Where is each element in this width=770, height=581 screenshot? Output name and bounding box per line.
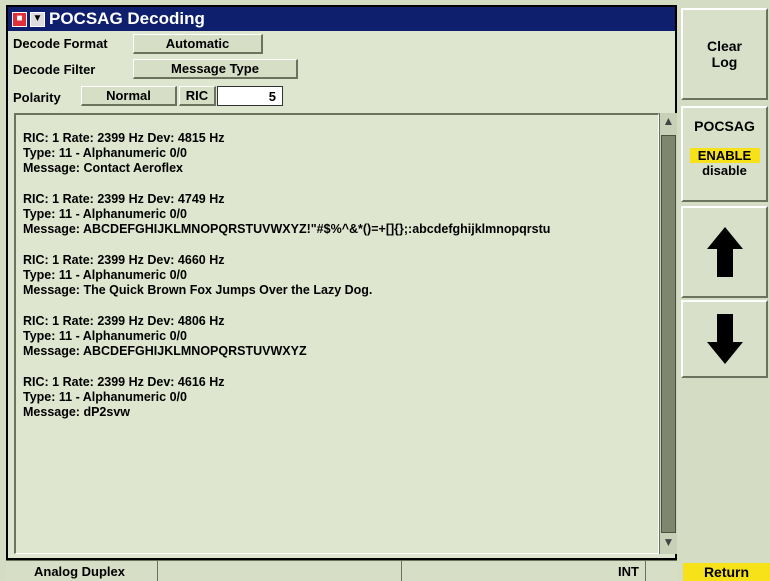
scroll-down-button[interactable] bbox=[681, 300, 768, 378]
log-entry-header: RIC: 1 Rate: 2399 Hz Dev: 4749 Hz bbox=[23, 192, 225, 206]
title-bar: ■ ▼ POCSAG Decoding bbox=[8, 7, 675, 31]
scroll-down-icon[interactable]: ▼ bbox=[661, 535, 676, 553]
arrow-up-icon bbox=[706, 227, 743, 277]
log-entry-message: Message: ABCDEFGHIJKLMNOPQRSTUVWXYZ!"#$%… bbox=[23, 222, 551, 236]
polarity-select[interactable]: Normal bbox=[81, 86, 177, 106]
decode-filter-select[interactable]: Message Type bbox=[133, 59, 298, 79]
decode-log: RIC: 1 Rate: 2399 Hz Dev: 4815 Hz Type: … bbox=[14, 113, 659, 554]
status-mode: Analog Duplex bbox=[6, 561, 158, 581]
pocsag-panel: ■ ▼ POCSAG Decoding Decode Format Automa… bbox=[6, 5, 677, 560]
clear-log-label-1: Clear bbox=[706, 38, 743, 54]
arrow-down-icon bbox=[706, 314, 743, 364]
status-ref: INT bbox=[402, 561, 646, 581]
log-entry-type: Type: 11 - Alphanumeric 0/0 bbox=[23, 146, 187, 160]
log-entry-header: RIC: 1 Rate: 2399 Hz Dev: 4616 Hz bbox=[23, 375, 225, 389]
decode-format-select[interactable]: Automatic bbox=[133, 34, 263, 54]
log-scrollbar[interactable]: ▲ ▼ bbox=[659, 113, 677, 554]
softkey-column: Clear Log POCSAG ENABLE disable bbox=[679, 0, 770, 581]
scrollbar-thumb[interactable] bbox=[661, 135, 676, 533]
clear-log-label-2: Log bbox=[711, 54, 738, 70]
window-menu-icon[interactable]: ■ bbox=[12, 11, 27, 27]
log-entry-message: Message: Contact Aeroflex bbox=[23, 161, 183, 175]
log-entry-type: Type: 11 - Alphanumeric 0/0 bbox=[23, 207, 187, 221]
log-entry-type: Type: 11 - Alphanumeric 0/0 bbox=[23, 268, 187, 282]
disable-option: disable bbox=[702, 163, 747, 178]
log-entry-message: Message: dP2svw bbox=[23, 405, 130, 419]
ric-input[interactable]: 5 bbox=[217, 86, 283, 106]
log-entry-header: RIC: 1 Rate: 2399 Hz Dev: 4806 Hz bbox=[23, 314, 225, 328]
enable-option: ENABLE bbox=[689, 148, 760, 163]
scroll-up-icon[interactable]: ▲ bbox=[661, 114, 676, 132]
window-title: POCSAG Decoding bbox=[49, 9, 205, 28]
log-entry: RIC: 1 Rate: 2399 Hz Dev: 4660 Hz Type: … bbox=[23, 253, 658, 298]
status-bar: Analog Duplex INT bbox=[6, 560, 677, 581]
log-entry: RIC: 1 Rate: 2399 Hz Dev: 4749 Hz Type: … bbox=[23, 192, 658, 237]
clear-log-button[interactable]: Clear Log bbox=[681, 8, 768, 100]
status-cell-empty-1 bbox=[158, 561, 402, 581]
log-entry: RIC: 1 Rate: 2399 Hz Dev: 4806 Hz Type: … bbox=[23, 314, 658, 359]
log-entry-type: Type: 11 - Alphanumeric 0/0 bbox=[23, 329, 187, 343]
return-button[interactable]: Return bbox=[683, 563, 770, 581]
log-entry-message: Message: ABCDEFGHIJKLMNOPQRSTUVWXYZ bbox=[23, 344, 307, 358]
log-entry-type: Type: 11 - Alphanumeric 0/0 bbox=[23, 390, 187, 404]
log-entry-message: Message: The Quick Brown Fox Jumps Over … bbox=[23, 283, 373, 297]
log-entry-header: RIC: 1 Rate: 2399 Hz Dev: 4815 Hz bbox=[23, 131, 225, 145]
ric-label: RIC bbox=[179, 86, 216, 106]
chevron-down-icon[interactable]: ▼ bbox=[30, 11, 45, 27]
log-entry-header: RIC: 1 Rate: 2399 Hz Dev: 4660 Hz bbox=[23, 253, 225, 267]
instrument-screen: ■ ▼ POCSAG Decoding Decode Format Automa… bbox=[0, 0, 770, 581]
decode-format-label: Decode Format bbox=[13, 36, 108, 51]
pocsag-enable-toggle[interactable]: POCSAG ENABLE disable bbox=[681, 106, 768, 202]
log-entry: RIC: 1 Rate: 2399 Hz Dev: 4616 Hz Type: … bbox=[23, 375, 658, 420]
pocsag-label: POCSAG bbox=[694, 118, 755, 134]
scroll-up-button[interactable] bbox=[681, 206, 768, 298]
decode-filter-label: Decode Filter bbox=[13, 62, 96, 77]
log-entry: RIC: 1 Rate: 2399 Hz Dev: 4815 Hz Type: … bbox=[23, 131, 658, 176]
polarity-label: Polarity bbox=[13, 90, 61, 105]
